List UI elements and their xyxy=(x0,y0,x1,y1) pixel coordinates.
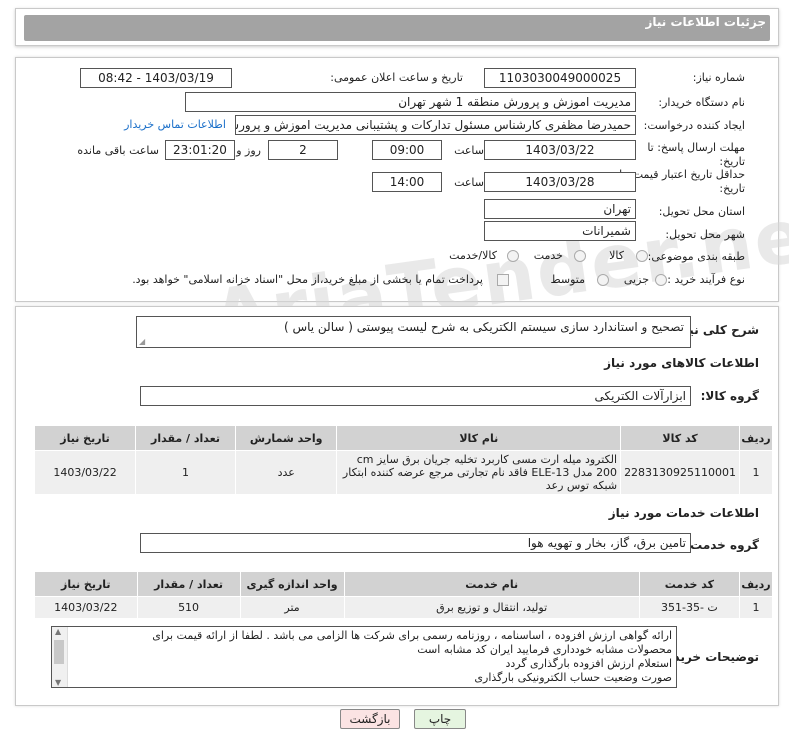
goods-col-unit: واحد شمارش xyxy=(234,425,338,451)
validity-time-label: ساعت xyxy=(454,176,484,189)
goods-table-header: ردیف کد کالا نام کالا واحد شمارش تعداد /… xyxy=(33,425,773,451)
buyer-org-field: مدیریت اموزش و پرورش منطقه 1 شهر تهران xyxy=(185,92,636,112)
category-option-goods-service: کالا/خدمت xyxy=(449,249,497,262)
contact-info-link[interactable]: اطلاعات تماس خریدار xyxy=(124,118,226,131)
need-number-label: شماره نیاز: xyxy=(692,71,745,84)
table-row: 1 2283130925110001 الکترود میله ارت مسی … xyxy=(33,450,773,495)
notes-line: ارائه گواهی ارزش افزوده ، اساسنامه ، روز… xyxy=(152,629,672,642)
process-radio-partial[interactable] xyxy=(655,274,667,286)
scroll-down-icon[interactable]: ▼ xyxy=(55,678,61,687)
days-label: روز و xyxy=(236,144,261,157)
scroll-thumb[interactable] xyxy=(54,640,64,664)
services-row-date: 1403/03/22 xyxy=(34,596,138,619)
city-field: شمیرانات xyxy=(484,221,636,241)
services-col-qty: تعداد / مقدار xyxy=(136,571,241,597)
summary-textarea: تصحیح و استاندارد سازی سیستم الکتریکی به… xyxy=(136,316,691,348)
province-label: استان محل تحویل: xyxy=(658,205,745,218)
services-col-date: تاریخ نیاز xyxy=(34,571,138,597)
category-radio-goods[interactable] xyxy=(636,250,648,262)
page-title: جزئیات اطلاعات نیاز xyxy=(645,15,766,29)
deadline-label: مهلت ارسال پاسخ: تا xyxy=(647,141,745,154)
services-col-row: ردیف xyxy=(739,571,773,597)
goods-section-title: اطلاعات کالاهای مورد نیاز xyxy=(604,356,759,370)
goods-col-code: کد کالا xyxy=(620,425,741,451)
goods-group-field: ابزارآلات الکتریکی xyxy=(140,386,691,406)
notes-line: استعلام ارزش افزوده بارگذاری گردد xyxy=(505,657,672,670)
services-group-field: تامین برق، گاز، بخار و تهویه هوا xyxy=(140,533,691,553)
deadline-time-field: 09:00 xyxy=(372,140,442,160)
days-remaining-field: 2 xyxy=(268,140,338,160)
category-option-service: خدمت xyxy=(533,249,563,262)
category-radio-goods-service[interactable] xyxy=(507,250,519,262)
goods-group-label: گروه کالا: xyxy=(700,389,759,403)
requester-label: ایجاد کننده درخواست: xyxy=(643,119,745,132)
goods-row-qty: 1 xyxy=(135,450,236,495)
services-row-name: تولید، انتقال و توزیع برق xyxy=(343,596,640,619)
process-option-medium: متوسط xyxy=(550,273,585,286)
validity-date-field: 1403/03/28 xyxy=(484,172,636,192)
city-label: شهر محل تحویل: xyxy=(665,228,745,241)
validity-time-field: 14:00 xyxy=(372,172,442,192)
goods-col-row: ردیف xyxy=(739,425,773,451)
notes-line: محصولات مشابه خودداری فرمایید ایران کد م… xyxy=(417,643,672,656)
services-table-header: ردیف کد خدمت نام خدمت واحد اندازه گیری ت… xyxy=(34,571,773,597)
remaining-time-label: ساعت باقی مانده xyxy=(77,144,159,157)
requester-field: حمیدرضا مظفری کارشناس مسئول تدارکات و پش… xyxy=(235,115,636,135)
announce-label: تاریخ و ساعت اعلان عمومی: xyxy=(330,71,463,84)
treasury-payment-note: پرداخت تمام یا بخشی از مبلغ خرید،از محل … xyxy=(132,273,483,286)
services-section-title: اطلاعات خدمات مورد نیاز xyxy=(608,506,759,520)
notes-line: صورت وضعیت حساب الکترونیکی بارگذاری xyxy=(474,671,672,684)
validity-label-date: تاریخ: xyxy=(719,182,745,195)
services-group-label: گروه خدمت: xyxy=(685,538,759,552)
services-col-unit: واحد اندازه گیری xyxy=(239,571,345,597)
deadline-date-field: 1403/03/22 xyxy=(484,140,636,160)
treasury-payment-checkbox[interactable] xyxy=(497,274,509,286)
goods-table: ردیف کد کالا نام کالا واحد شمارش تعداد /… xyxy=(33,425,773,495)
deadline-time-label: ساعت xyxy=(454,144,484,157)
resize-grip-icon: ◢ xyxy=(139,337,146,346)
services-row-unit: متر xyxy=(239,596,345,619)
back-button[interactable]: بازگشت xyxy=(340,709,400,729)
print-button[interactable]: چاپ xyxy=(414,709,466,729)
notes-scrollbar[interactable]: ▲ ▼ xyxy=(52,627,68,687)
goods-row-date: 1403/03/22 xyxy=(33,450,137,495)
table-row: 1 ت -35-351 تولید، انتقال و توزیع برق مت… xyxy=(34,596,773,619)
need-number-field: 1103030049000025 xyxy=(484,68,636,88)
services-col-code: کد خدمت xyxy=(638,571,741,597)
goods-row-number: 1 xyxy=(739,450,773,495)
remaining-time-field: 23:01:20 xyxy=(165,140,235,160)
services-row-number: 1 xyxy=(739,596,773,619)
validity-label: حداقل تاریخ اعتبار قیمت: تا xyxy=(619,168,745,181)
goods-col-qty: تعداد / مقدار xyxy=(135,425,236,451)
category-label: طبقه بندی موضوعی: xyxy=(647,250,745,263)
province-field: تهران xyxy=(484,199,636,219)
category-option-goods: کالا xyxy=(609,249,624,262)
buyer-notes-textarea[interactable]: ▲ ▼ ارائه گواهی ارزش افزوده ، اساسنامه ،… xyxy=(51,626,677,688)
goods-col-date: تاریخ نیاز xyxy=(33,425,137,451)
category-radio-service[interactable] xyxy=(574,250,586,262)
scroll-up-icon[interactable]: ▲ xyxy=(55,627,61,636)
process-radio-medium[interactable] xyxy=(597,274,609,286)
deadline-label-date: تاریخ: xyxy=(719,155,745,168)
goods-row-unit: عدد xyxy=(234,450,338,495)
buyer-notes-text: ارائه گواهی ارزش افزوده ، اساسنامه ، روز… xyxy=(70,629,672,685)
page-header: جزئیات اطلاعات نیاز xyxy=(15,8,779,46)
goods-row-name: الکترود میله ارت مسی کاربرد تخلیه جریان … xyxy=(336,450,622,495)
announce-field: 1403/03/19 - 08:42 xyxy=(80,68,232,88)
buyer-org-label: نام دستگاه خریدار: xyxy=(658,96,745,109)
process-option-partial: جزیی xyxy=(623,273,649,286)
services-table: ردیف کد خدمت نام خدمت واحد اندازه گیری ت… xyxy=(34,571,773,619)
goods-col-name: نام کالا xyxy=(336,425,622,451)
services-col-name: نام خدمت xyxy=(343,571,640,597)
services-row-code: ت -35-351 xyxy=(638,596,741,619)
goods-row-code: 2283130925110001 xyxy=(620,450,741,495)
services-row-qty: 510 xyxy=(136,596,241,619)
summary-text: تصحیح و استاندارد سازی سیستم الکتریکی به… xyxy=(283,320,684,334)
process-label: نوع فرآیند خرید : xyxy=(667,273,745,286)
